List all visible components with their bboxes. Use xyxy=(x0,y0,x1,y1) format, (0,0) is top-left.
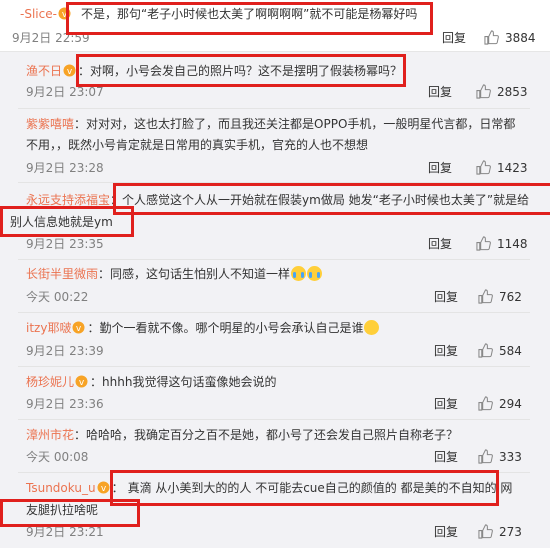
like-button[interactable]: 273 xyxy=(478,524,522,540)
highlight-box xyxy=(0,499,140,527)
separator: ： xyxy=(74,428,87,442)
reply-button[interactable]: 回复 xyxy=(428,160,452,176)
timestamp: 今天 00:08 xyxy=(26,450,89,464)
thumbs-up-icon xyxy=(478,524,493,539)
comment-line: 漳州市花：哈哈哈，我确定百分之百不是她，都小号了还会发自己照片自称老子？ xyxy=(26,427,458,443)
like-count: 273 xyxy=(499,525,522,539)
comment-text: 同感，这句话生怕别人不知道一样 xyxy=(110,267,291,281)
timestamp: 9月2日 23:36 xyxy=(26,397,104,411)
thumbs-up-icon xyxy=(476,160,491,175)
timestamp: 9月2日 23:35 xyxy=(26,237,104,251)
highlight-box xyxy=(66,2,433,35)
username[interactable]: 漳州市花 xyxy=(26,428,74,442)
username[interactable]: 杨珍妮儿 xyxy=(26,375,74,389)
vip-badge-icon: v xyxy=(63,64,76,77)
highlight-box xyxy=(76,54,406,87)
reply-button[interactable]: 回复 xyxy=(428,236,452,252)
reply-button[interactable]: 回复 xyxy=(434,449,458,465)
crying-laugh-emoji-icon xyxy=(307,266,323,281)
highlight-box xyxy=(113,183,550,215)
vip-badge-icon: v xyxy=(97,481,110,494)
thumbs-up-icon xyxy=(478,396,493,411)
svg-text:v: v xyxy=(79,378,85,388)
svg-text:v: v xyxy=(100,484,106,494)
like-button[interactable]: 584 xyxy=(478,343,522,359)
like-count: 2853 xyxy=(497,85,528,99)
divider xyxy=(18,108,530,109)
username[interactable]: Tsundoku_u xyxy=(26,481,96,495)
comment-text: 勤个一看就不像。哪个明星的小号会承认自己是谁 xyxy=(99,321,364,335)
separator: ： xyxy=(87,321,100,335)
divider xyxy=(18,419,530,420)
username[interactable]: 渔不日 xyxy=(26,64,62,78)
username[interactable]: 永远支持添福宝 xyxy=(26,193,110,207)
thumbs-up-icon xyxy=(476,84,491,99)
thumbs-up-icon xyxy=(476,236,491,251)
like-count: 762 xyxy=(499,290,522,304)
thumbs-up-icon xyxy=(478,289,493,304)
reply-button[interactable]: 回复 xyxy=(434,524,458,540)
timestamp: 今天 00:22 xyxy=(26,290,89,304)
like-count: 584 xyxy=(499,344,522,358)
comment-text: 哈哈哈，我确定百分之百不是她，都小号了还会发自己照片自称老子？ xyxy=(86,428,459,442)
like-count: 1423 xyxy=(497,161,528,175)
reply-button[interactable]: 回复 xyxy=(434,396,458,412)
like-button[interactable]: 333 xyxy=(478,449,522,465)
highlight-box xyxy=(0,206,134,237)
like-button[interactable]: 1148 xyxy=(476,236,528,252)
like-button[interactable]: 1423 xyxy=(476,160,528,176)
timestamp: 9月2日 23:39 xyxy=(26,344,104,358)
comment-line: 长街半里微雨：同感，这句话生怕别人不知道一样 xyxy=(26,266,323,282)
like-button[interactable]: 3884 xyxy=(484,30,536,46)
separator: ： xyxy=(98,267,111,281)
divider xyxy=(18,259,530,260)
username[interactable]: -Slice- xyxy=(20,7,57,21)
reply-button[interactable]: 回复 xyxy=(442,30,466,46)
timestamp: 9月2日 23:28 xyxy=(26,161,104,175)
thumbs-up-icon xyxy=(478,449,493,464)
like-count: 294 xyxy=(499,397,522,411)
like-count: 333 xyxy=(499,450,522,464)
crying-laugh-emoji-icon xyxy=(291,266,307,281)
like-button[interactable]: 294 xyxy=(478,396,522,412)
vip-badge-icon: v xyxy=(72,321,85,334)
comment-line: 杨珍妮儿 v ：hhhh我觉得这句话蛮像她会说的 xyxy=(26,374,276,390)
reply-button[interactable]: 回复 xyxy=(428,84,452,100)
divider xyxy=(18,312,530,313)
separator: ： xyxy=(74,117,87,131)
comment-text: 对对对，这也太打脸了，而且我还关注都是OPPO手机，一般明星代言都，日常都 xyxy=(86,117,516,131)
thumbs-up-icon xyxy=(478,343,493,358)
like-count: 3884 xyxy=(505,31,536,45)
username[interactable]: 紫紫嘻嘻 xyxy=(26,117,74,131)
comment-text-continued: 不用，，既然小号肯定就是日常用的真实手机，官充的人也不想想 xyxy=(26,138,369,152)
svg-text:v: v xyxy=(76,324,82,334)
like-count: 1148 xyxy=(497,237,528,251)
comment-line: itzy耶啵 v ：勤个一看就不像。哪个明星的小号会承认自己是谁 xyxy=(26,320,380,336)
vip-badge-icon: v xyxy=(75,375,88,388)
thumbs-up-icon xyxy=(484,30,499,45)
svg-text:v: v xyxy=(67,67,73,77)
like-button[interactable]: 762 xyxy=(478,289,522,305)
username[interactable]: itzy耶啵 xyxy=(26,321,71,335)
like-button[interactable]: 2853 xyxy=(476,84,528,100)
comment-line: 紫紫嘻嘻：对对对，这也太打脸了，而且我还关注都是OPPO手机，一般明星代言都，日… xyxy=(26,116,515,132)
highlight-box xyxy=(110,470,499,506)
comment-text: hhhh我觉得这句话蛮像她会说的 xyxy=(102,375,277,389)
divider xyxy=(18,366,530,367)
thinking-emoji-icon xyxy=(364,320,380,335)
username[interactable]: 长街半里微雨 xyxy=(26,267,98,281)
reply-button[interactable]: 回复 xyxy=(434,343,458,359)
separator: ： xyxy=(90,375,103,389)
reply-button[interactable]: 回复 xyxy=(434,289,458,305)
